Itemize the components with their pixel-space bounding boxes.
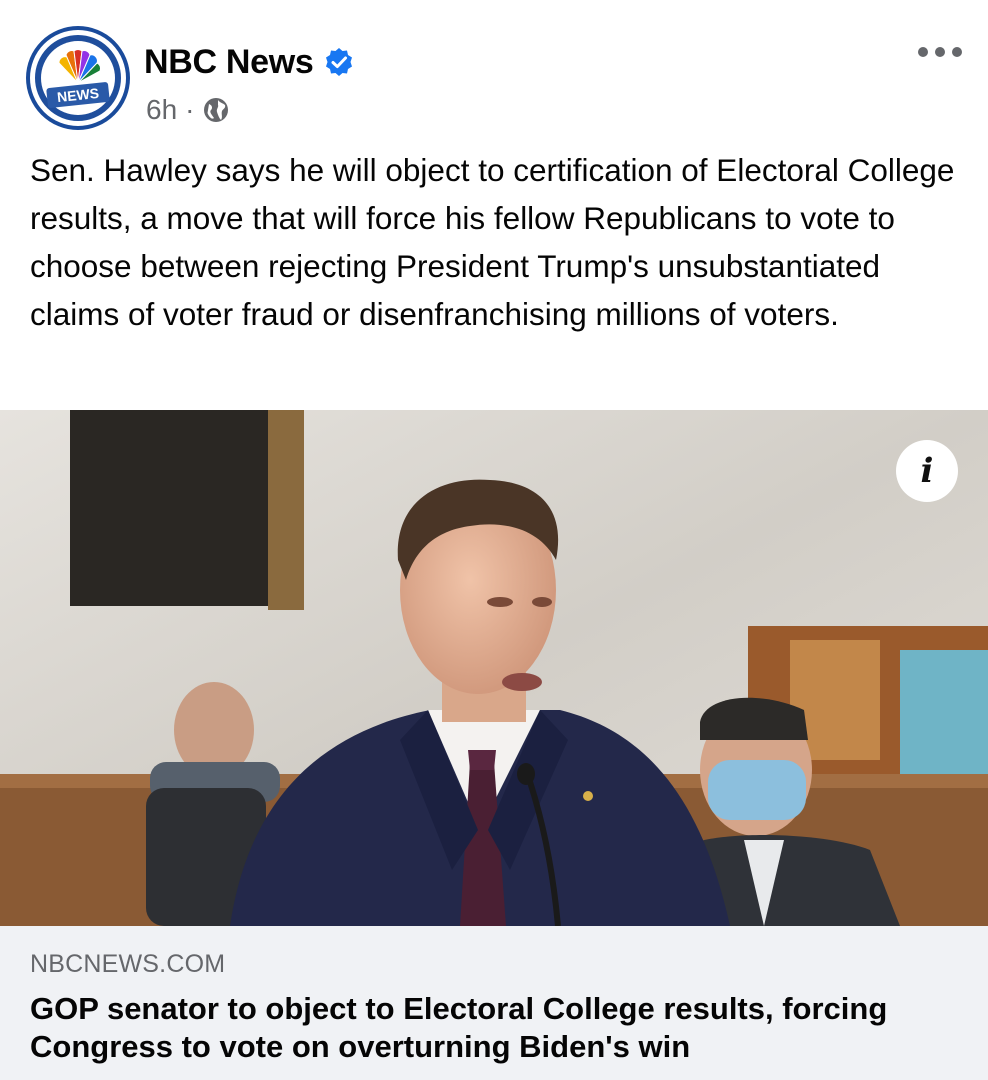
senator-photo-illustration (0, 410, 988, 926)
more-dot (952, 47, 962, 57)
peacock-icon (58, 49, 102, 84)
more-options-icon[interactable] (918, 40, 962, 64)
link-domain: NBCNEWS.COM (30, 950, 226, 978)
facebook-post: NEWS NBC News 6h · Sen. Hawley says he w… (0, 0, 988, 1080)
more-dot (935, 47, 945, 57)
nbc-logo: NEWS (41, 41, 115, 115)
post-header: NEWS NBC News 6h · (0, 0, 988, 140)
image-info-button[interactable]: i (896, 440, 958, 502)
timestamp[interactable]: 6h (146, 94, 177, 126)
page-name[interactable]: NBC News (144, 43, 314, 82)
meta-separator: · (185, 94, 195, 125)
post-text: Sen. Hawley says he will object to certi… (30, 152, 955, 332)
verified-badge-icon (325, 48, 352, 76)
globe-icon (204, 98, 229, 122)
link-title[interactable]: GOP senator to object to Electoral Colle… (30, 990, 970, 1066)
name-row: NBC News (144, 40, 354, 84)
page-avatar[interactable]: NEWS (30, 30, 126, 126)
more-dot (918, 47, 928, 57)
post-meta: 6h · (146, 90, 230, 130)
article-photo[interactable] (0, 410, 988, 926)
news-badge: NEWS (46, 81, 110, 109)
